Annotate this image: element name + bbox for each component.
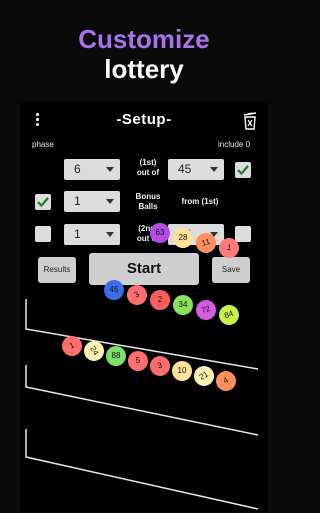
ball-lane-3 [25,429,259,510]
start-button[interactable]: Start [89,253,199,285]
first-pool-value: 45 [178,162,192,176]
bonus-enable-checkbox[interactable] [35,194,51,210]
promo-subtitle: lottery [104,54,184,84]
chevron-down-icon [106,167,114,172]
lottery-ball: 45 [104,280,124,300]
lottery-ball: 88 [106,346,126,366]
chevron-down-icon [210,167,218,172]
setup-title: -Setup- [116,111,172,128]
check-icon [237,165,249,176]
lottery-ball: 5 [128,351,148,371]
bonus-balls-label-line1: Bonus [135,192,161,201]
chevron-down-icon [106,199,114,204]
trash-icon[interactable] [242,112,258,130]
second-count-select[interactable]: 1 [64,224,120,245]
lottery-ball: 10 [172,361,192,381]
second-enable-checkbox[interactable] [35,226,51,242]
bonus-balls-label: Bonus Balls [126,192,170,212]
first-pool-select[interactable]: 45 [168,159,224,180]
app-screen: -Setup- phase include 0 6 (1st) out of 4… [20,101,268,512]
lottery-ball: 2 [150,290,170,310]
bonus-balls-label-line2: Balls [138,202,158,211]
include-zero-label: include 0 [218,140,251,149]
include-zero-checkbox-2[interactable] [235,226,251,242]
first-pool-label-line1: (1st) [139,158,157,167]
include-zero-checkbox-1[interactable] [235,162,251,178]
lottery-ball: 28 [173,228,193,248]
more-vert-icon[interactable] [33,113,41,129]
bonus-count-select[interactable]: 1 [64,191,120,212]
check-icon [37,197,49,208]
save-button[interactable]: Save [212,257,250,283]
lottery-ball: 34 [173,295,193,315]
second-count-value: 1 [74,227,81,241]
first-pool-label: (1st) out of [126,158,170,178]
bonus-count-value: 1 [74,194,81,208]
phase-label: phase [32,140,54,149]
first-count-value: 6 [74,162,81,176]
promo-title: Customize [78,24,210,54]
first-count-select[interactable]: 6 [64,159,120,180]
first-pool-label-line2: out of [136,168,160,177]
lottery-ball: 63 [150,223,170,243]
chevron-down-icon [106,232,114,237]
results-button[interactable]: Results [38,257,76,283]
bonus-source-label: from (1st) [181,197,219,206]
